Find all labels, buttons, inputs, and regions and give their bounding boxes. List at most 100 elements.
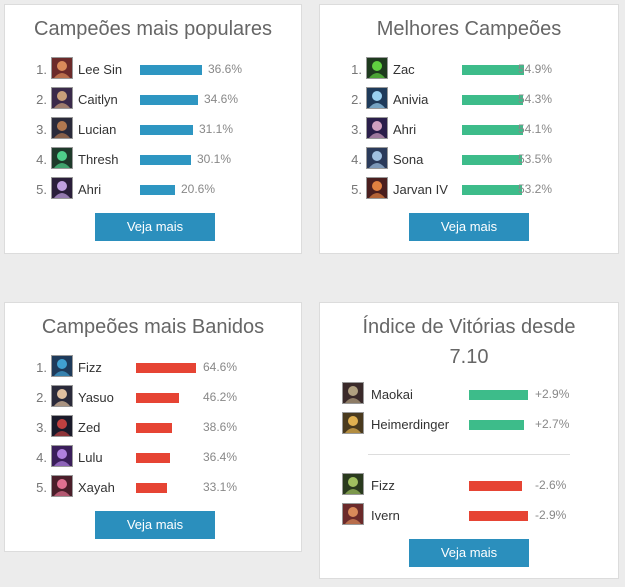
stat-percent: 64.6% — [203, 360, 238, 374]
stat-bar — [462, 65, 524, 75]
champion-name[interactable]: Ahri — [78, 182, 101, 197]
best-champions-panel: Melhores Campeões 1. Zac 54.9% 2. Anivia 54.3… — [319, 4, 619, 254]
champion-portrait-icon — [51, 475, 73, 497]
stat-percent: 38.6% — [203, 420, 238, 434]
list-item[interactable]: Ivern -2.9% — [320, 503, 618, 529]
list-item[interactable]: Fizz -2.6% — [320, 473, 618, 499]
see-more-button[interactable]: Veja mais — [409, 539, 529, 567]
stat-percent: 53.2% — [518, 182, 553, 196]
divider — [368, 454, 570, 455]
champion-name[interactable]: Thresh — [78, 152, 118, 167]
rank-number: 5. — [351, 182, 362, 197]
panel-title: Campeões mais Banidos — [41, 316, 265, 338]
champion-portrait-icon — [366, 147, 388, 169]
list-item[interactable]: 1. Zac 54.9% — [320, 57, 618, 83]
see-more-button[interactable]: Veja mais — [95, 213, 215, 241]
list-item[interactable]: 1. Fizz 64.6% — [5, 355, 301, 381]
champion-name[interactable]: Xayah — [78, 480, 115, 495]
see-more-button[interactable]: Veja mais — [409, 213, 529, 241]
rank-number: 4. — [36, 450, 47, 465]
list-item[interactable]: 2. Caitlyn 34.6% — [5, 87, 301, 113]
rank-number: 1. — [36, 360, 47, 375]
stat-percent: 54.9% — [518, 62, 553, 76]
champion-name[interactable]: Yasuo — [78, 390, 114, 405]
stat-bar — [462, 125, 523, 135]
champion-name[interactable]: Lucian — [78, 122, 116, 137]
champion-name[interactable]: Maokai — [371, 387, 413, 402]
champion-name[interactable]: Anivia — [393, 92, 428, 107]
champion-name[interactable]: Lee Sin — [78, 62, 122, 77]
list-item[interactable]: 2. Yasuo 46.2% — [5, 385, 301, 411]
champion-portrait-icon — [366, 117, 388, 139]
stat-bar — [462, 155, 522, 165]
rank-number: 1. — [351, 62, 362, 77]
champion-portrait-icon — [51, 57, 73, 79]
list-item[interactable]: 3. Ahri 54.1% — [320, 117, 618, 143]
champion-name[interactable]: Fizz — [371, 478, 395, 493]
panel-title: Melhores Campeões — [376, 18, 562, 40]
stat-percent: 34.6% — [204, 92, 239, 106]
stat-bar — [462, 185, 522, 195]
champion-portrait-icon — [51, 385, 73, 407]
champion-portrait-icon — [366, 57, 388, 79]
champion-portrait-icon — [51, 87, 73, 109]
champion-name[interactable]: Jarvan IV — [393, 182, 448, 197]
banned-champions-panel: Campeões mais Banidos 1. Fizz 64.6% 2. Yasuo… — [4, 302, 302, 552]
champion-portrait-icon — [51, 147, 73, 169]
champion-name[interactable]: Caitlyn — [78, 92, 118, 107]
list-item[interactable]: 3. Lucian 31.1% — [5, 117, 301, 143]
list-item[interactable]: 3. Zed 38.6% — [5, 415, 301, 441]
stat-percent: +2.7% — [535, 417, 570, 431]
champion-portrait-icon — [51, 355, 73, 377]
rank-number: 5. — [36, 480, 47, 495]
champion-name[interactable]: Lulu — [78, 450, 103, 465]
list-item[interactable]: 4. Thresh 30.1% — [5, 147, 301, 173]
stat-bar — [462, 95, 523, 105]
panel-title: Campeões mais populares — [34, 18, 272, 40]
rank-number: 3. — [36, 122, 47, 137]
see-more-button[interactable]: Veja mais — [95, 511, 215, 539]
stat-percent: 54.1% — [518, 122, 553, 136]
stat-percent: 46.2% — [203, 390, 238, 404]
champion-name[interactable]: Zed — [78, 420, 100, 435]
champion-name[interactable]: Heimerdinger — [371, 417, 449, 432]
list-item[interactable]: 5. Xayah 33.1% — [5, 475, 301, 501]
list-item[interactable]: 4. Lulu 36.4% — [5, 445, 301, 471]
champion-name[interactable]: Sona — [393, 152, 423, 167]
champion-name[interactable]: Ahri — [393, 122, 416, 137]
champion-portrait-icon — [51, 177, 73, 199]
stat-bar — [140, 155, 191, 165]
list-item[interactable]: 5. Jarvan IV 53.2% — [320, 177, 618, 203]
rank-number: 1. — [36, 62, 47, 77]
list-item[interactable]: 2. Anivia 54.3% — [320, 87, 618, 113]
stat-bar — [469, 511, 528, 521]
stat-percent: -2.9% — [535, 508, 567, 522]
rank-number: 5. — [36, 182, 47, 197]
list-item[interactable]: 5. Ahri 20.6% — [5, 177, 301, 203]
winrate-since-patch-panel: Índice de Vitórias desde 7.10 Maokai +2.9… — [319, 302, 619, 579]
stat-bar — [140, 185, 175, 195]
rank-number: 3. — [351, 122, 362, 137]
popular-champions-panel: Campeões mais populares 1. Lee Sin 36.6% 2.… — [4, 4, 302, 254]
list-item[interactable]: Heimerdinger +2.7% — [320, 412, 618, 438]
list-item[interactable]: 1. Lee Sin 36.6% — [5, 57, 301, 83]
panel-title-line2: 7.10 — [449, 346, 489, 368]
champion-name[interactable]: Fizz — [78, 360, 102, 375]
stat-bar — [136, 453, 170, 463]
rank-number: 2. — [351, 92, 362, 107]
stat-bar — [469, 481, 522, 491]
list-item[interactable]: Maokai +2.9% — [320, 382, 618, 408]
rank-number: 4. — [351, 152, 362, 167]
stat-bar — [136, 423, 172, 433]
stat-bar — [140, 95, 198, 105]
list-item[interactable]: 4. Sona 53.5% — [320, 147, 618, 173]
panel-title: Índice de Vitórias desde 7.10 — [320, 312, 618, 372]
champion-name[interactable]: Zac — [393, 62, 415, 77]
champion-name[interactable]: Ivern — [371, 508, 400, 523]
rank-number: 2. — [36, 92, 47, 107]
rank-number: 2. — [36, 390, 47, 405]
rank-number: 4. — [36, 152, 47, 167]
stat-bar — [136, 363, 196, 373]
stat-percent: 36.4% — [203, 450, 238, 464]
stat-bar — [136, 483, 167, 493]
